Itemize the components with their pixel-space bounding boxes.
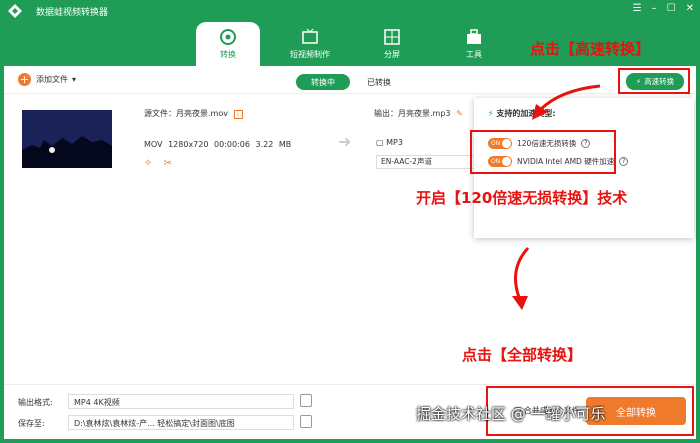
watermark: 掘金技术社区 @ 一罐小可乐 — [416, 405, 606, 423]
annotation-arrows — [512, 84, 601, 310]
